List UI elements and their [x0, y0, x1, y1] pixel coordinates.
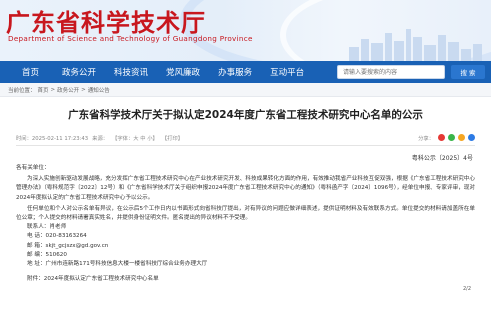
breadcrumb-item-gov-affairs[interactable]: 政务公开: [57, 86, 79, 94]
share-label: 分享：: [418, 135, 434, 142]
contact-address: 地 址：广州市连新路171号科技信息大楼一楼省科技厅综合业务办理大厅: [27, 261, 208, 268]
nav-item-gov-affairs[interactable]: 政务公开: [53, 66, 105, 78]
breadcrumb: 当前位置： 首页 > 政务公开 > 通知公告: [0, 83, 491, 97]
page-indicator: 2/2: [462, 286, 471, 293]
search-input[interactable]: [337, 65, 445, 79]
site-title[interactable]: 广东省科学技术厅: [6, 3, 206, 38]
wechat-icon[interactable]: [448, 134, 455, 141]
paragraph-1: 为深入实施创新驱动发展战略，充分发挥广东省工程技术研究中心在产业技术研究开发、科…: [16, 176, 475, 201]
article-meta: 时间：2025-02-11 17:23:43 来源： 【字体：大 中 小】 【打…: [16, 133, 475, 146]
breadcrumb-item-notices[interactable]: 通知公告: [88, 86, 110, 94]
nav-item-home[interactable]: 首页: [0, 66, 53, 78]
nav-item-interaction[interactable]: 互动平台: [261, 66, 313, 78]
site-subtitle: Department of Science and Technology of …: [8, 34, 253, 43]
site-header-banner: 广东省科学技术厅 Department of Science and Techn…: [0, 0, 491, 61]
nav-item-services[interactable]: 办事服务: [209, 66, 261, 78]
salutation: 各有关单位：: [16, 165, 50, 171]
article: 广东省科学技术厅关于拟认定2024年度广东省工程技术研究中心名单的公示 时间：2…: [16, 107, 475, 292]
qzone-icon[interactable]: [458, 134, 465, 141]
breadcrumb-label: 当前位置：: [8, 87, 36, 94]
article-title: 广东省科学技术厅关于拟认定2024年度广东省工程技术研究中心名单的公示: [68, 109, 423, 121]
document-number: 粤科公示〔2025〕4号: [411, 155, 473, 162]
print-link[interactable]: 【打印】: [162, 134, 183, 142]
share-bar: 分享：: [418, 134, 475, 142]
breadcrumb-item-home[interactable]: 首页: [38, 86, 49, 94]
attachment-link[interactable]: 附件：2024年度拟认定广东省工程技术研究中心名单: [16, 275, 475, 284]
contact-phone: 电 话：020-83163264: [27, 233, 87, 240]
weibo-icon[interactable]: [438, 134, 445, 141]
nav-item-sci-news[interactable]: 科技资讯: [105, 66, 157, 78]
article-body: 各有关单位： 为深入实施创新驱动发展战略，充分发挥广东省工程技术研究中心在产业技…: [16, 164, 475, 284]
paragraph-2: 任何单位和个人对公示名单有异议，在公示后5个工作日内以书面形式向省科技厅提出，对…: [16, 205, 475, 222]
font-size-control[interactable]: 【字体：大 中 小】: [112, 134, 158, 142]
publish-date: 时间：2025-02-11 17:23:43: [16, 135, 89, 142]
contact-email[interactable]: 邮 箱：skjt_gcjszx@gd.gov.cn: [16, 242, 475, 251]
main-nav: 首页 政务公开 科技资讯 党风廉政 办事服务 互动平台 搜 索: [0, 61, 491, 83]
city-skyline-icon: [349, 29, 482, 61]
breadcrumb-separator: >: [81, 86, 86, 93]
contact-postcode: 邮 编：510620: [27, 251, 67, 258]
qq-icon[interactable]: [468, 134, 475, 141]
contact-person: 联系人：肖老师: [27, 224, 67, 231]
breadcrumb-separator: >: [50, 86, 56, 93]
search-button[interactable]: 搜 索: [451, 65, 485, 79]
article-source: 来源：: [92, 135, 109, 142]
nav-item-integrity[interactable]: 党风廉政: [157, 66, 209, 78]
